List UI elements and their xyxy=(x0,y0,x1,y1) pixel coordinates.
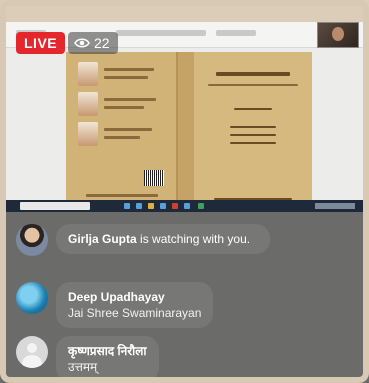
comment-bubble: कृष्णप्रसाद निरौला उत्तमम् xyxy=(56,336,159,382)
eye-icon xyxy=(74,38,90,48)
barcode xyxy=(144,170,164,186)
book-cover-image xyxy=(66,52,312,200)
comment: कृष्णप्रसाद निरौला उत्तमम् xyxy=(16,336,159,382)
book-spine xyxy=(178,52,194,200)
comment: Deep Upadhayay Jai Shree Swaminarayan xyxy=(16,282,214,328)
comment-message: उत्तमम् xyxy=(68,360,98,374)
book-front-cover xyxy=(194,52,312,200)
frame-top xyxy=(0,0,369,22)
avatar-woman[interactable] xyxy=(16,224,48,256)
viewer-count: 22 xyxy=(94,35,110,51)
viewer-count-badge: 22 xyxy=(68,32,118,54)
comment-bubble: Girlja Gupta is watching with you. xyxy=(56,224,270,254)
comment-bubble: Deep Upadhayay Jai Shree Swaminarayan xyxy=(56,282,214,328)
avatar-globe[interactable] xyxy=(16,282,48,314)
commenter-name[interactable]: Deep Upadhayay xyxy=(68,289,201,305)
avatar-default[interactable] xyxy=(16,336,48,368)
live-badge: LIVE xyxy=(16,32,66,54)
windows-taskbar xyxy=(6,200,363,212)
commenter-name[interactable]: कृष्णप्रसाद निरौला xyxy=(68,343,147,359)
book-back-cover xyxy=(66,52,178,200)
presenter-camera-thumbnail xyxy=(317,22,359,48)
comment: Girlja Gupta is watching with you. xyxy=(16,224,270,256)
comment-message: Jai Shree Swaminarayan xyxy=(68,306,202,320)
commenter-name[interactable]: Girlja Gupta xyxy=(68,232,137,246)
comment-inline-text: is watching with you. xyxy=(136,232,251,246)
